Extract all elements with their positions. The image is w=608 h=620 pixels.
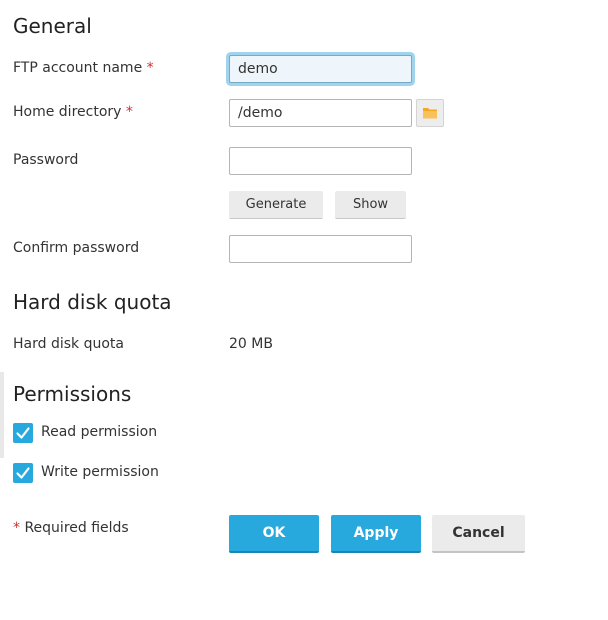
home-directory-label: Home directory * <box>13 104 133 120</box>
checkmark-icon <box>16 467 30 479</box>
read-permission-label[interactable]: Read permission <box>41 424 157 440</box>
confirm-password-label: Confirm password <box>13 240 140 256</box>
password-label: Password <box>13 152 79 168</box>
folder-icon <box>423 108 437 119</box>
password-input[interactable] <box>229 147 412 175</box>
permissions-section-title: Permissions <box>13 382 132 406</box>
required-asterisk: * <box>13 520 20 536</box>
write-permission-label[interactable]: Write permission <box>41 464 159 480</box>
home-directory-input[interactable] <box>229 99 412 127</box>
cancel-button[interactable]: Cancel <box>432 515 525 553</box>
checkmark-icon <box>16 427 30 439</box>
ftp-account-label-text: FTP account name <box>13 60 143 76</box>
apply-button[interactable]: Apply <box>331 515 421 553</box>
required-asterisk: * <box>125 104 133 120</box>
ftp-account-label: FTP account name * <box>13 60 154 76</box>
browse-folder-button[interactable] <box>416 99 444 127</box>
show-password-button[interactable]: Show <box>335 191 406 219</box>
confirm-password-input[interactable] <box>229 235 412 263</box>
ftp-account-name-input[interactable] <box>229 55 412 83</box>
required-asterisk: * <box>146 60 154 76</box>
read-permission-checkbox[interactable] <box>13 423 33 443</box>
required-fields-text: Required fields <box>24 520 129 536</box>
quota-label: Hard disk quota <box>13 336 124 352</box>
generate-password-button[interactable]: Generate <box>229 191 323 219</box>
ok-button[interactable]: OK <box>229 515 319 553</box>
general-section-title: General <box>13 14 92 38</box>
write-permission-checkbox[interactable] <box>13 463 33 483</box>
left-edge-handle <box>0 372 4 458</box>
quota-section-title: Hard disk quota <box>13 290 172 314</box>
required-fields-note: * Required fields <box>13 520 129 536</box>
quota-value: 20 MB <box>229 336 273 352</box>
home-directory-label-text: Home directory <box>13 104 122 120</box>
